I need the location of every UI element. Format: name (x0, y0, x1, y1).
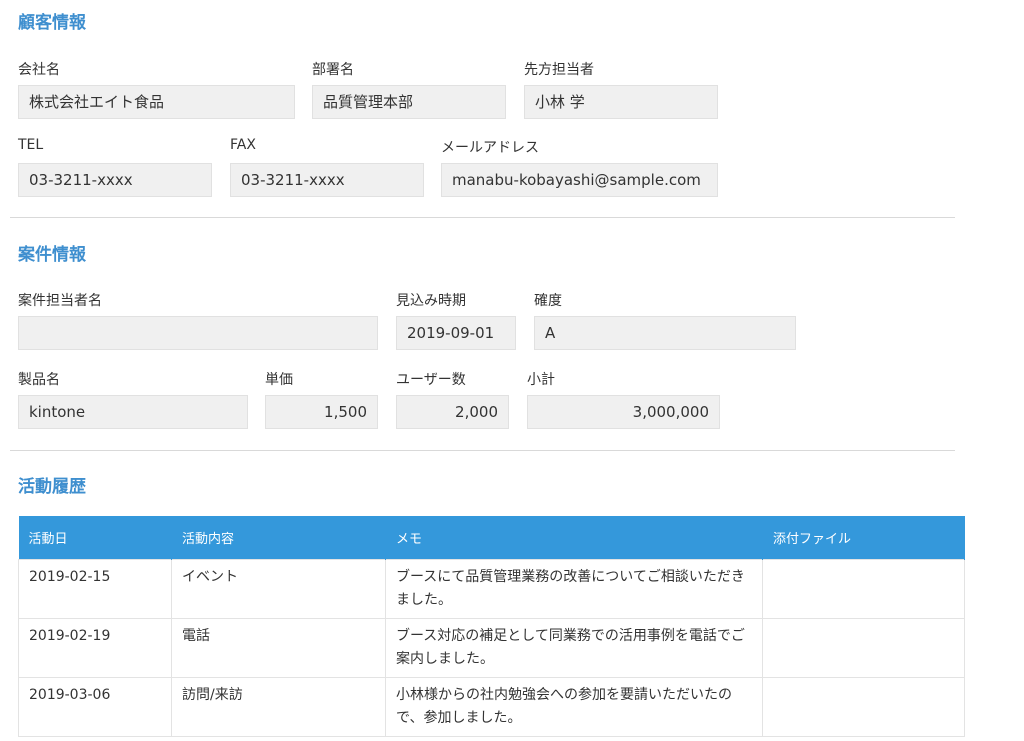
table-header-row: 活動日 活動内容 メモ 添付ファイル (18, 516, 965, 559)
contact-label: 先方担当者 (524, 62, 594, 78)
activity-date-cell: 2019-02-15 (18, 558, 172, 619)
column-header-date[interactable]: 活動日 (18, 516, 172, 559)
activity-memo-cell: 小林様からの社内勉強会への参加を要請いただいたので、参加しました。 (385, 676, 763, 737)
project-section-title: 案件情報 (18, 245, 86, 265)
owner-field[interactable] (18, 316, 378, 350)
history-section-title: 活動履歴 (18, 477, 86, 497)
users-label: ユーザー数 (396, 372, 466, 388)
table-row[interactable]: 2019-02-19 電話 ブース対応の補足として同業務での活用事例を電話でご案… (18, 617, 965, 678)
column-header-attachment[interactable]: 添付ファイル (762, 516, 965, 559)
department-field[interactable]: 品質管理本部 (312, 85, 506, 119)
activity-date-cell: 2019-02-19 (18, 617, 172, 678)
email-field[interactable]: manabu-kobayashi@sample.com (441, 163, 718, 197)
company-field[interactable]: 株式会社エイト食品 (18, 85, 295, 119)
customer-section-title: 顧客情報 (18, 13, 86, 33)
subtotal-label: 小計 (527, 372, 555, 388)
forecast-label: 見込み時期 (396, 293, 466, 309)
activity-date-cell: 2019-03-06 (18, 676, 172, 737)
table-row[interactable]: 2019-02-15 イベント ブースにて品質管理業務の改善についてご相談いただ… (18, 558, 965, 619)
fax-field[interactable]: 03-3211-xxxx (230, 163, 424, 197)
section-divider (10, 217, 955, 218)
unit-price-label: 単価 (265, 372, 293, 388)
section-divider (10, 450, 955, 451)
activity-type-cell: 電話 (171, 617, 386, 678)
activity-attachment-cell[interactable] (762, 676, 965, 737)
activity-history-table: 活動日 活動内容 メモ 添付ファイル 2019-02-15 イベント ブースにて… (18, 516, 965, 737)
column-header-memo[interactable]: メモ (385, 516, 763, 559)
certainty-field[interactable]: A (534, 316, 796, 350)
column-header-activity[interactable]: 活動内容 (171, 516, 386, 559)
activity-memo-cell: ブース対応の補足として同業務での活用事例を電話でご案内しました。 (385, 617, 763, 678)
activity-attachment-cell[interactable] (762, 558, 965, 619)
product-field[interactable]: kintone (18, 395, 248, 429)
table-row[interactable]: 2019-03-06 訪問/来訪 小林様からの社内勉強会への参加を要請いただいた… (18, 676, 965, 737)
department-label: 部署名 (312, 62, 354, 78)
company-label: 会社名 (18, 62, 60, 78)
contact-field[interactable]: 小林 学 (524, 85, 718, 119)
subtotal-field[interactable]: 3,000,000 (527, 395, 720, 429)
fax-label: FAX (230, 137, 256, 153)
forecast-field[interactable]: 2019-09-01 (396, 316, 516, 350)
activity-attachment-cell[interactable] (762, 617, 965, 678)
product-label: 製品名 (18, 372, 60, 388)
tel-field[interactable]: 03-3211-xxxx (18, 163, 212, 197)
tel-label: TEL (18, 137, 44, 153)
activity-type-cell: 訪問/来訪 (171, 676, 386, 737)
owner-label: 案件担当者名 (18, 293, 102, 309)
certainty-label: 確度 (534, 293, 562, 309)
unit-price-field[interactable]: 1,500 (265, 395, 378, 429)
users-field[interactable]: 2,000 (396, 395, 509, 429)
email-label: メールアドレス (441, 140, 539, 156)
activity-memo-cell: ブースにて品質管理業務の改善についてご相談いただきました。 (385, 558, 763, 619)
activity-type-cell: イベント (171, 558, 386, 619)
